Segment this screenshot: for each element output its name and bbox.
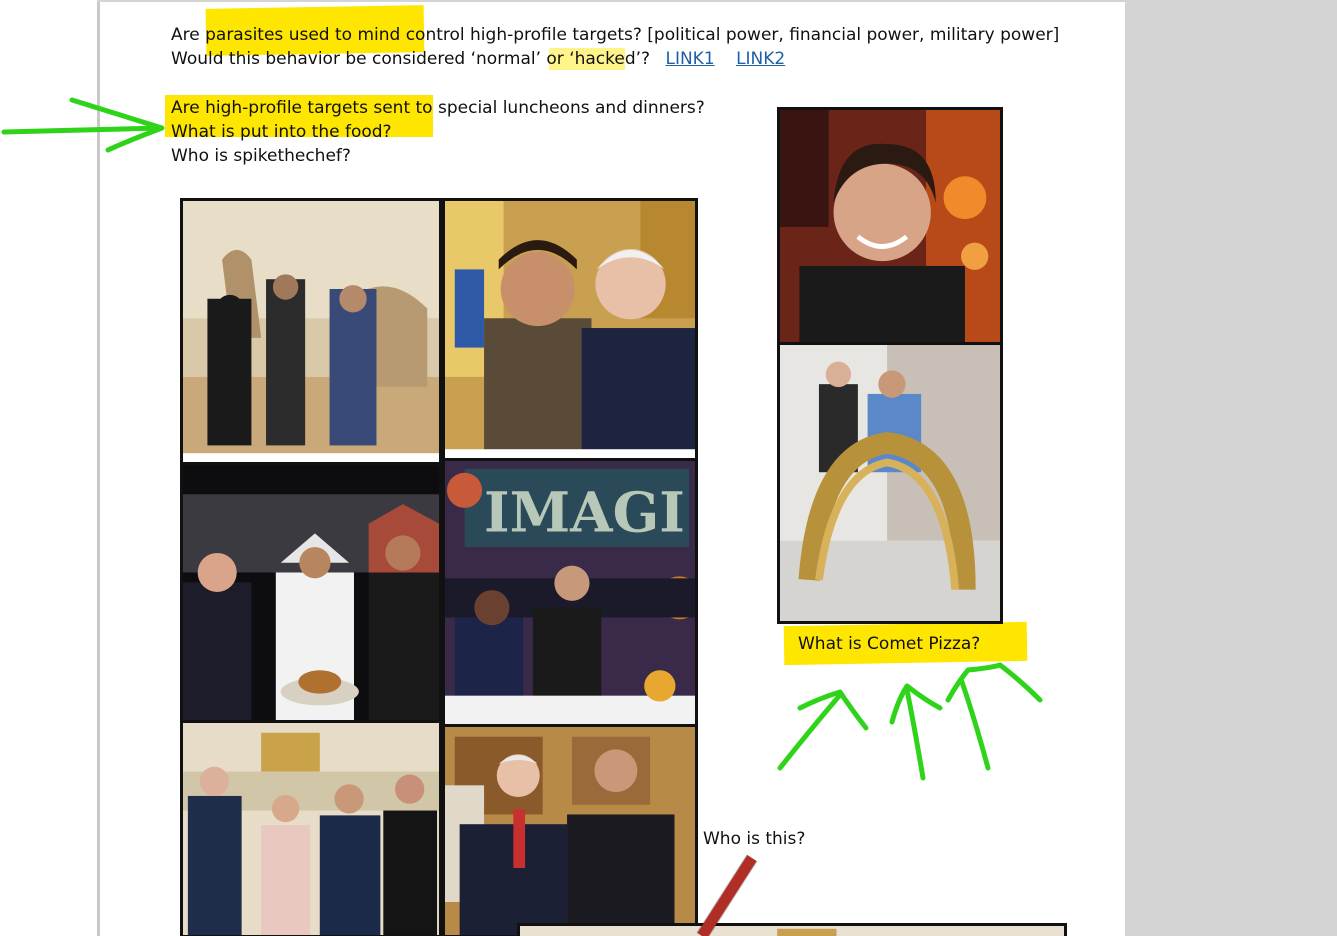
who-is-this-caption: Who is this? bbox=[703, 829, 806, 849]
link-1[interactable]: LINK1 bbox=[665, 49, 714, 69]
photo-imagine-obama: IMAGI bbox=[442, 458, 698, 728]
document-page: Are parasites used to mind control high-… bbox=[97, 2, 1125, 936]
photo-bottom-partial bbox=[517, 923, 1067, 936]
left-margin bbox=[0, 0, 97, 936]
link-2[interactable]: LINK2 bbox=[736, 49, 785, 69]
photo-chef-portrait bbox=[777, 107, 1003, 345]
hacked-word: ‘hacked’ bbox=[569, 49, 642, 69]
question-line-2: Would this behavior be considered ‘norma… bbox=[171, 48, 785, 70]
photo-clinton bbox=[442, 724, 698, 936]
question-line-5: Who is spikethechef? bbox=[171, 146, 351, 166]
question-line-1: Are parasites used to mind control high-… bbox=[171, 25, 1060, 45]
imagine-sign-text: IMAGI bbox=[484, 480, 685, 544]
line-2-prefix: Would this behavior be considered ‘norma… bbox=[171, 49, 570, 69]
line-2-suffix: ? bbox=[641, 49, 651, 69]
comet-pizza-caption: What is Comet Pizza? bbox=[798, 634, 981, 654]
question-line-3: Are high-profile targets sent to special… bbox=[171, 98, 705, 118]
photo-sculpture bbox=[777, 342, 1003, 624]
photo-kerry-trudeau bbox=[180, 720, 442, 936]
photo-camel bbox=[180, 198, 442, 466]
photo-saudi-burger bbox=[180, 462, 442, 724]
right-margin bbox=[1122, 0, 1337, 936]
question-line-4: What is put into the food? bbox=[171, 122, 392, 142]
photo-selfie-biden bbox=[442, 198, 698, 462]
